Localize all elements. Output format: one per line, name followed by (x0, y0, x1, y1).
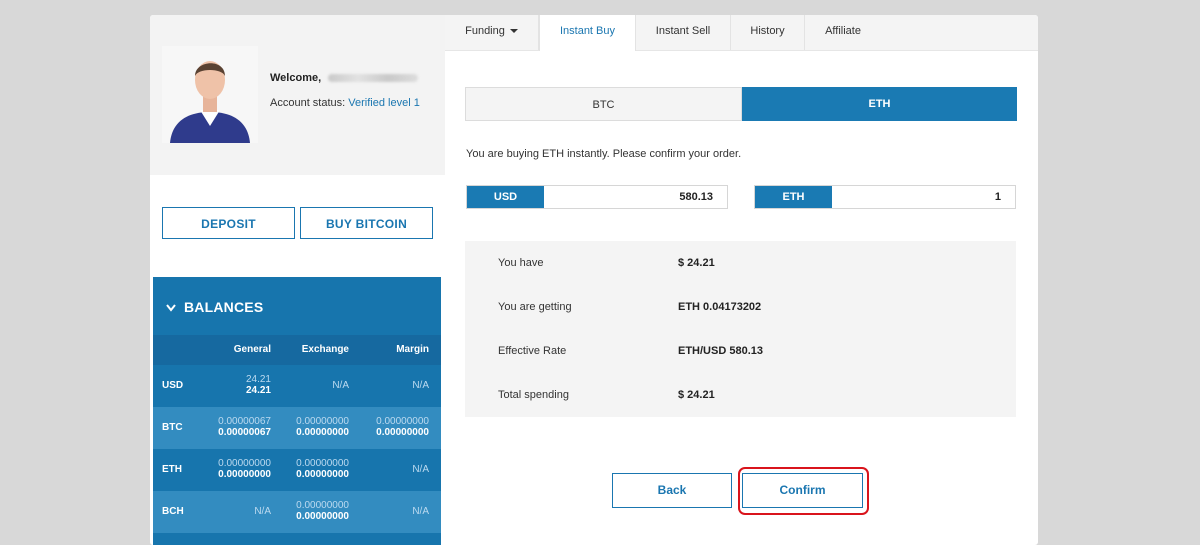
margin-balance: N/A (412, 380, 429, 391)
balances-panel: BALANCES General Exchange Margin USD 24.… (153, 277, 441, 545)
account-status: Account status: Verified level 1 (270, 97, 420, 109)
avatar (162, 46, 258, 143)
crypto-amount-field[interactable]: ETH 1 (754, 185, 1016, 209)
summary-value: $ 24.21 (678, 389, 715, 401)
tab-affiliate[interactable]: Affiliate (805, 15, 881, 50)
deposit-button[interactable]: DEPOSIT (162, 207, 295, 239)
col-general: General (233, 344, 271, 355)
tab-funding[interactable]: Funding (445, 15, 539, 50)
tab-history[interactable]: History (731, 15, 805, 50)
exchange-balance: 0.00000000 0.00000000 (296, 458, 349, 480)
summary-row: Effective Rate ETH/USD 580.13 (465, 329, 1016, 373)
general-balance: 24.21 24.21 (245, 374, 271, 396)
summary-row: You are getting ETH 0.04173202 (465, 285, 1016, 329)
buy-bitcoin-button[interactable]: BUY BITCOIN (300, 207, 433, 239)
summary-row: You have $ 24.21 (465, 241, 1016, 285)
balances-header[interactable]: BALANCES (166, 299, 263, 315)
toggle-eth[interactable]: ETH (742, 87, 1017, 121)
general-balance: 0.00000067 0.00000067 (218, 416, 271, 438)
verification-level-link[interactable]: Verified level 1 (348, 97, 420, 109)
general-balance: N/A (254, 506, 271, 517)
chevron-down-icon[interactable] (166, 301, 176, 315)
crypto-currency-label: ETH (755, 186, 832, 208)
user-avatar-icon (162, 46, 258, 143)
col-margin: Margin (396, 344, 429, 355)
balances-title: BALANCES (184, 299, 264, 315)
tab-instant-sell[interactable]: Instant Sell (636, 15, 731, 50)
back-button[interactable]: Back (612, 473, 732, 508)
order-summary: You have $ 24.21 You are getting ETH 0.0… (465, 241, 1016, 417)
username-redacted (328, 74, 419, 83)
col-exchange: Exchange (301, 344, 349, 355)
instruction-text: You are buying ETH instantly. Please con… (466, 148, 742, 160)
tab-funding-label: Funding (465, 25, 505, 37)
currency-code: USD (162, 380, 184, 391)
fiat-currency-label: USD (467, 186, 544, 208)
currency-code: BTC (162, 422, 183, 433)
exchange-balance: 0.00000000 0.00000000 (296, 416, 349, 438)
welcome-label: Welcome, (270, 72, 322, 84)
balance-row-usd: USD 24.21 24.21 N/A N/A (153, 365, 441, 407)
summary-label: You have (498, 257, 544, 269)
balances-column-headers: General Exchange Margin (153, 335, 441, 365)
general-balance: 0.00000000 0.00000000 (218, 458, 271, 480)
welcome-text: Welcome, (270, 72, 419, 84)
summary-value: ETH 0.04173202 (678, 301, 762, 313)
caret-down-icon (509, 29, 518, 34)
currency-code: BCH (162, 506, 184, 517)
confirm-highlight-outline (738, 467, 869, 515)
toggle-btc[interactable]: BTC (465, 87, 742, 121)
account-status-label: Account status: (270, 97, 346, 109)
balance-row-eth: ETH 0.00000000 0.00000000 0.00000000 0.0… (153, 449, 441, 491)
summary-label: Effective Rate (498, 345, 567, 357)
margin-balance: N/A (412, 506, 429, 517)
margin-balance: 0.00000000 0.00000000 (376, 416, 429, 438)
currency-code: ETH (162, 464, 182, 475)
account-panel: Welcome, Account status: Verified level … (150, 15, 1038, 545)
exchange-balance: N/A (332, 380, 349, 391)
sidebar: Welcome, Account status: Verified level … (150, 15, 445, 545)
summary-row: Total spending $ 24.21 (465, 373, 1016, 417)
summary-label: You are getting (498, 301, 572, 313)
fiat-amount-field[interactable]: USD 580.13 (466, 185, 728, 209)
tab-instant-buy[interactable]: Instant Buy (539, 15, 636, 51)
summary-value: $ 24.21 (678, 257, 715, 269)
crypto-amount-value[interactable]: 1 (995, 186, 1001, 208)
summary-value: ETH/USD 580.13 (678, 345, 763, 357)
summary-label: Total spending (498, 389, 569, 401)
profile-card: Welcome, Account status: Verified level … (150, 15, 445, 175)
tab-bar: Funding Instant Buy Instant Sell History… (445, 15, 1038, 51)
balance-row-btc: BTC 0.00000067 0.00000067 0.00000000 0.0… (153, 407, 441, 449)
margin-balance: N/A (412, 464, 429, 475)
fiat-amount-value[interactable]: 580.13 (679, 186, 713, 208)
exchange-balance: 0.00000000 0.00000000 (296, 500, 349, 522)
